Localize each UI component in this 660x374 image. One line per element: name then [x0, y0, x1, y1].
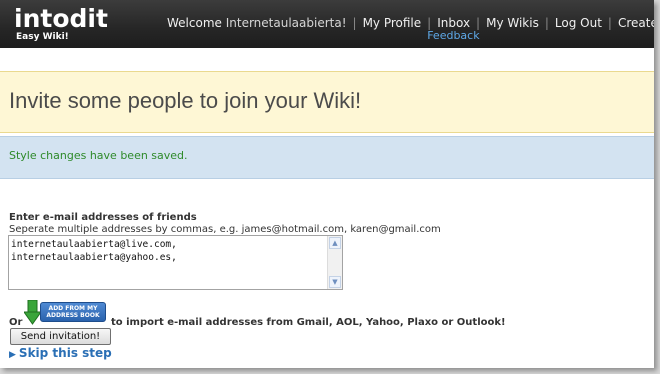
browser-page: intodit Easy Wiki! Welcome Internetaulaa…	[0, 0, 654, 368]
skip-step-link[interactable]: ▶ Skip this step	[9, 346, 112, 360]
nav-separator: |	[544, 16, 549, 30]
top-nav: Welcome Internetaulaabierta! | My Profil…	[167, 16, 654, 42]
scroll-down-icon[interactable]: ▼	[329, 276, 341, 288]
nav-create-wiki[interactable]: Create Wiki	[618, 16, 654, 30]
play-arrow-icon: ▶	[9, 350, 16, 360]
emails-value: internetaulaabierta@live.com, internetau…	[11, 239, 177, 263]
nav-inbox-group: Inbox Feedback	[427, 16, 479, 42]
send-invitation-button[interactable]: Send invitation!	[10, 328, 111, 345]
scroll-up-icon[interactable]: ▲	[329, 237, 341, 249]
logo-text: intodit	[14, 4, 108, 33]
emails-label: Enter e-mail addresses of friends	[9, 212, 197, 223]
textarea-scrollbar[interactable]: ▲ ▼	[327, 236, 342, 289]
site-header: intodit Easy Wiki! Welcome Internetaulaa…	[0, 0, 654, 48]
status-message-band: Style changes have been saved.	[0, 136, 654, 179]
site-logo[interactable]: intodit	[14, 6, 108, 32]
username: Internetaulaabierta!	[225, 16, 347, 30]
address-book-button[interactable]: ADD FROM MY ADDRESS BOOK	[24, 300, 108, 325]
nav-inbox[interactable]: Inbox	[437, 16, 470, 30]
nav-separator: |	[352, 16, 357, 30]
address-book-label: ADD FROM MY ADDRESS BOOK	[40, 302, 106, 322]
skip-step-label: Skip this step	[18, 346, 112, 360]
nav-separator: |	[476, 16, 481, 30]
welcome-text: Welcome Internetaulaabierta!	[167, 16, 347, 30]
success-message: Style changes have been saved.	[9, 149, 188, 162]
import-description: to import e-mail addresses from Gmail, A…	[111, 317, 506, 328]
page-title: Invite some people to join your Wiki!	[9, 88, 362, 113]
or-label: Or	[9, 317, 23, 328]
nav-my-profile[interactable]: My Profile	[363, 16, 422, 30]
title-band: Invite some people to join your Wiki!	[0, 71, 654, 133]
emails-textarea[interactable]: internetaulaabierta@live.com, internetau…	[8, 235, 343, 290]
nav-log-out[interactable]: Log Out	[555, 16, 602, 30]
nav-my-wikis[interactable]: My Wikis	[486, 16, 539, 30]
logo-tagline: Easy Wiki!	[16, 32, 69, 42]
nav-separator: |	[427, 16, 432, 30]
nav-feedback[interactable]: Feedback	[427, 29, 479, 42]
nav-separator: |	[607, 16, 612, 30]
emails-hint: Seperate multiple addresses by commas, e…	[9, 224, 441, 235]
